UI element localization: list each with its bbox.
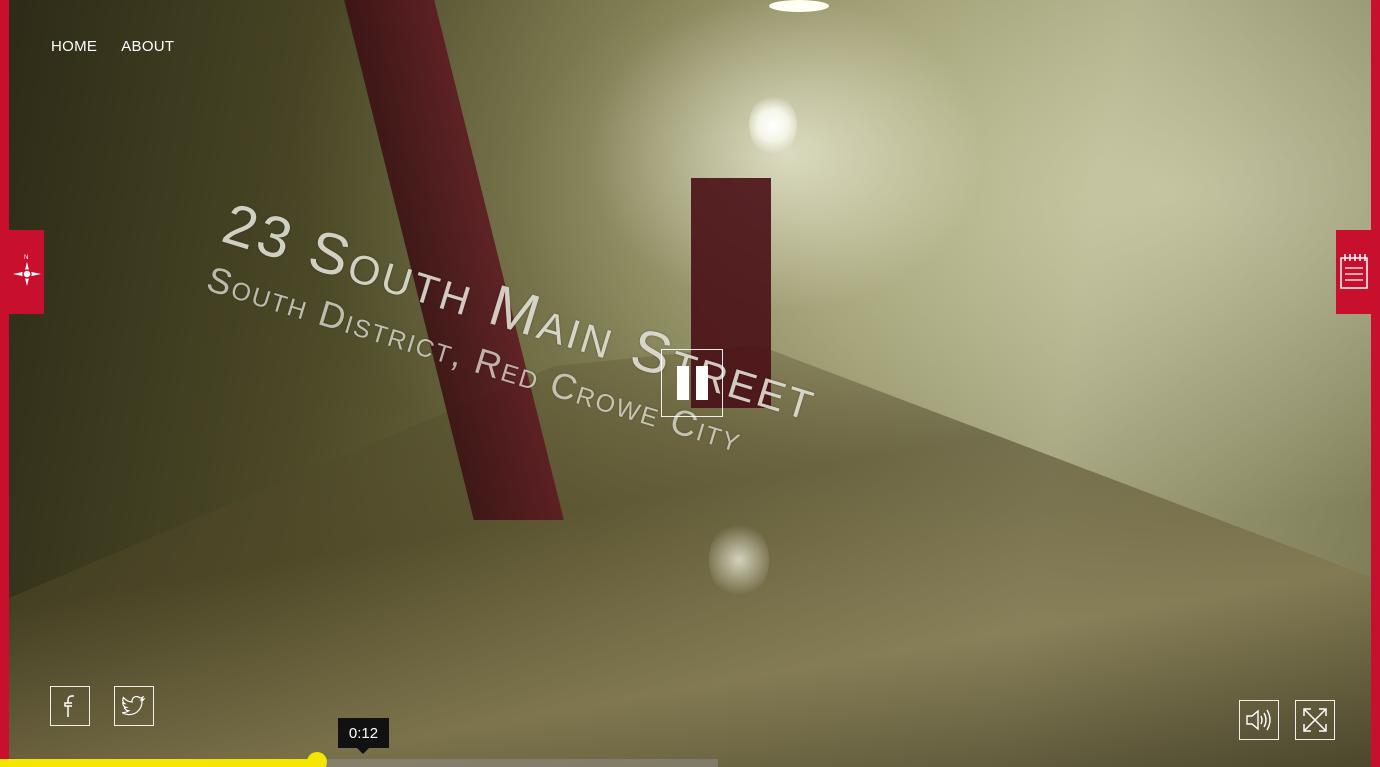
ceiling-light	[749, 95, 797, 155]
floor-reflection	[709, 520, 769, 600]
notebook-icon	[1339, 254, 1368, 289]
ceiling-light	[769, 0, 829, 12]
nav-home-link[interactable]: HOME	[51, 38, 97, 55]
compass-icon: N	[12, 255, 41, 286]
progress-fill	[0, 759, 317, 767]
nav-about-link[interactable]: ABOUT	[121, 38, 174, 55]
notebook-tab[interactable]	[1336, 230, 1371, 314]
volume-button[interactable]	[1239, 700, 1279, 740]
progress-scrubber-handle[interactable]	[307, 752, 327, 767]
map-tab[interactable]: N	[9, 230, 44, 314]
left-border	[0, 0, 9, 767]
pause-button[interactable]	[661, 349, 723, 417]
time-tooltip: 0:12	[338, 718, 389, 754]
volume-icon	[1246, 709, 1271, 731]
video-player: 23 South Main Street South District, Red…	[0, 0, 1380, 767]
pause-icon	[676, 366, 689, 400]
twitter-share-button[interactable]	[114, 686, 154, 726]
fullscreen-icon	[1303, 708, 1327, 732]
svg-text:N: N	[24, 255, 28, 261]
facebook-share-button[interactable]	[50, 686, 90, 726]
top-nav: HOME ABOUT	[51, 38, 174, 55]
twitter-icon	[122, 696, 146, 716]
right-border	[1371, 0, 1380, 767]
fullscreen-button[interactable]	[1295, 700, 1335, 740]
facebook-icon	[64, 695, 74, 717]
pause-icon	[695, 366, 708, 400]
